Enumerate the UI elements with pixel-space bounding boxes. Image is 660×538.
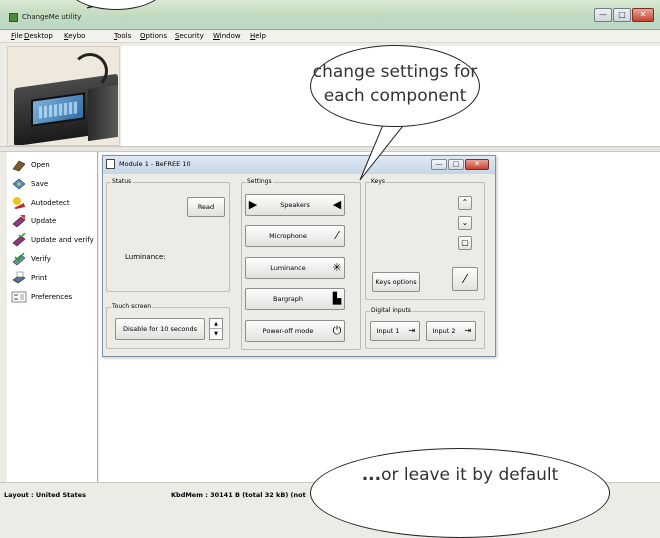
settings-callout: change settings for each component <box>310 45 480 127</box>
default-callout-text: or leave it by default <box>381 465 559 485</box>
ellipsis-text: ... <box>361 465 382 485</box>
default-callout: ...or leave it by default <box>310 448 610 538</box>
